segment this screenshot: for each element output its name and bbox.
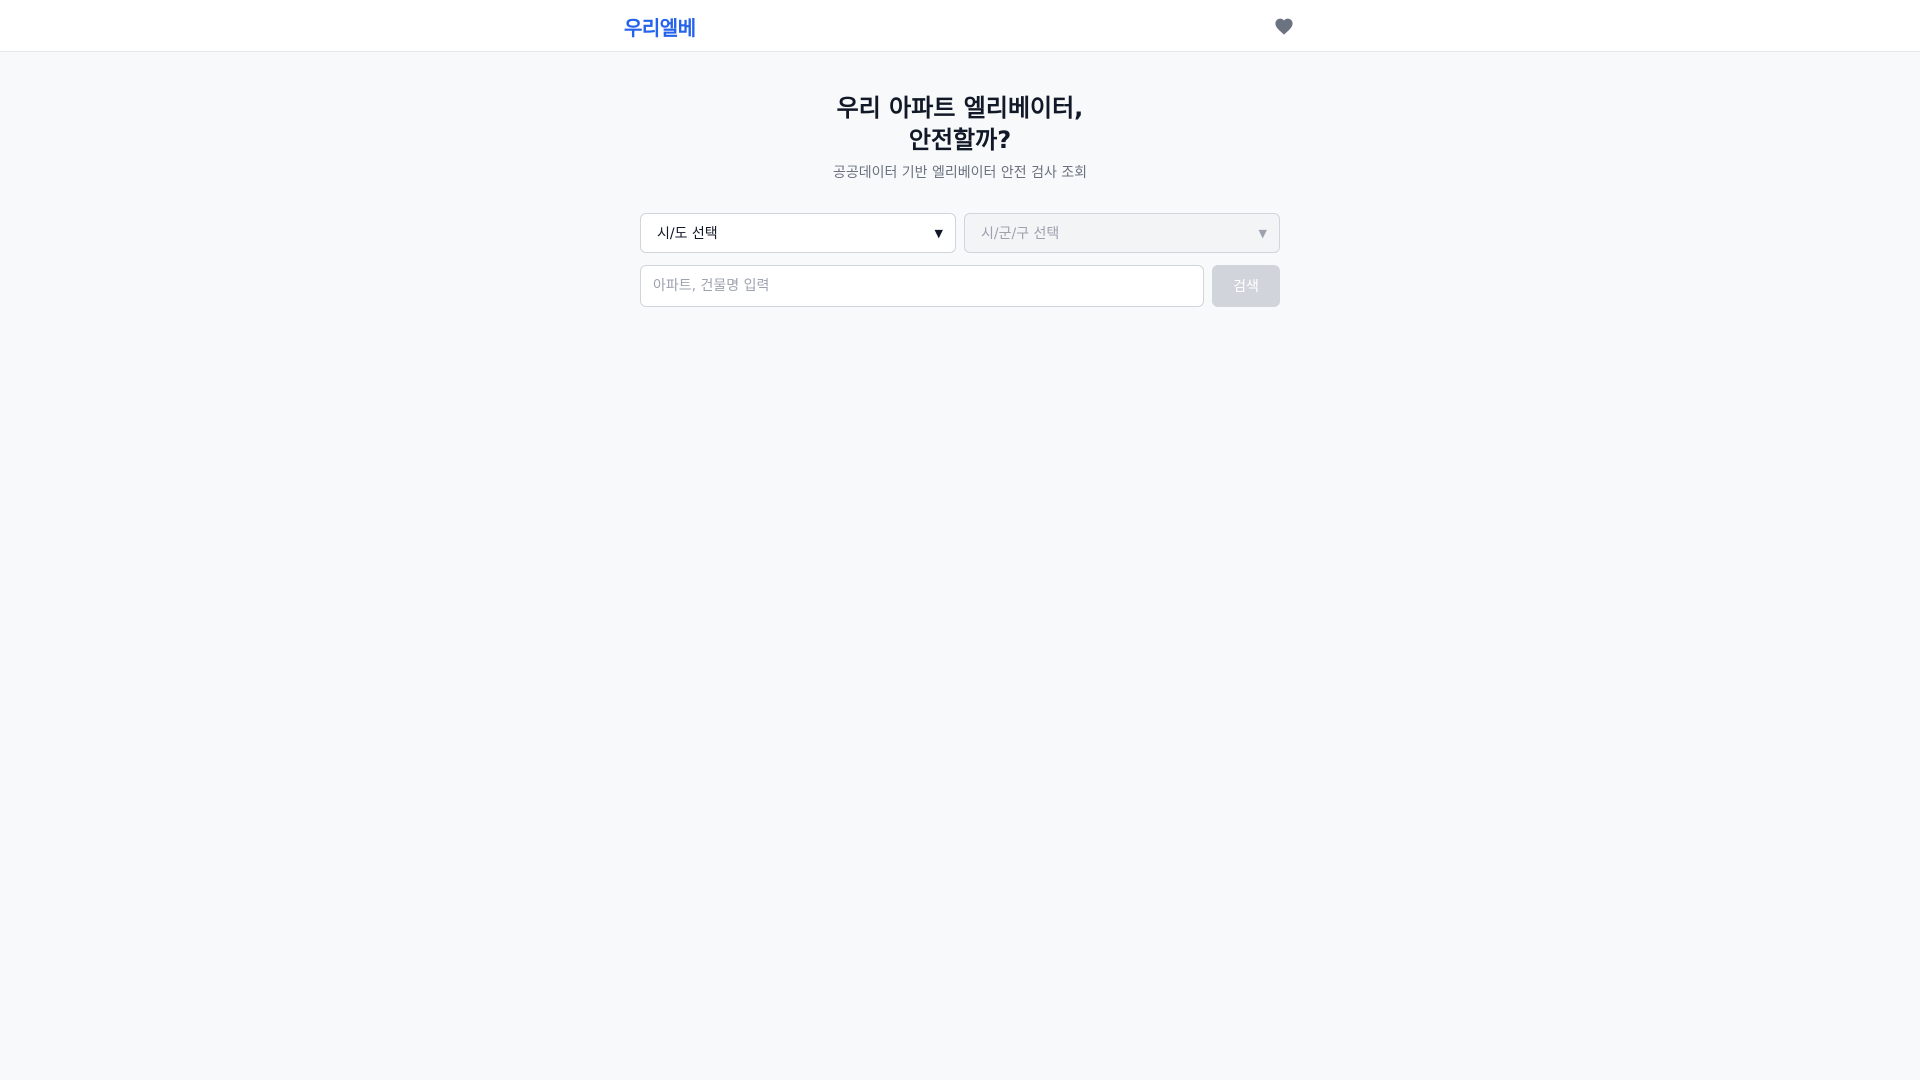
app-logo[interactable]: 우리엘베	[624, 12, 696, 41]
favorites-button[interactable]	[1272, 15, 1296, 37]
page-title: 우리 아파트 엘리베이터, 안전할까?	[0, 92, 1920, 156]
region-select[interactable]: 시/도 선택 ▼	[640, 213, 956, 253]
page-title-line1: 우리 아파트 엘리베이터,	[836, 94, 1084, 122]
page-subtitle: 공공데이터 기반 엘리베이터 안전 검사 조회	[832, 165, 1088, 181]
search-input[interactable]	[640, 265, 1204, 307]
district-select[interactable]: 시/군/구 선택 ▼	[964, 213, 1280, 253]
top-header: 우리엘베	[0, 0, 1920, 52]
chevron-down-icon: ▼	[1258, 226, 1267, 240]
page-title-line2: 안전할까?	[908, 126, 1012, 154]
district-select-value: 시/군/구 선택	[981, 226, 1060, 242]
region-select-value: 시/도 선택	[657, 226, 718, 242]
search-button[interactable]: 검색	[1212, 265, 1280, 307]
chevron-down-icon: ▼	[934, 226, 943, 240]
heart-icon	[1275, 18, 1293, 35]
